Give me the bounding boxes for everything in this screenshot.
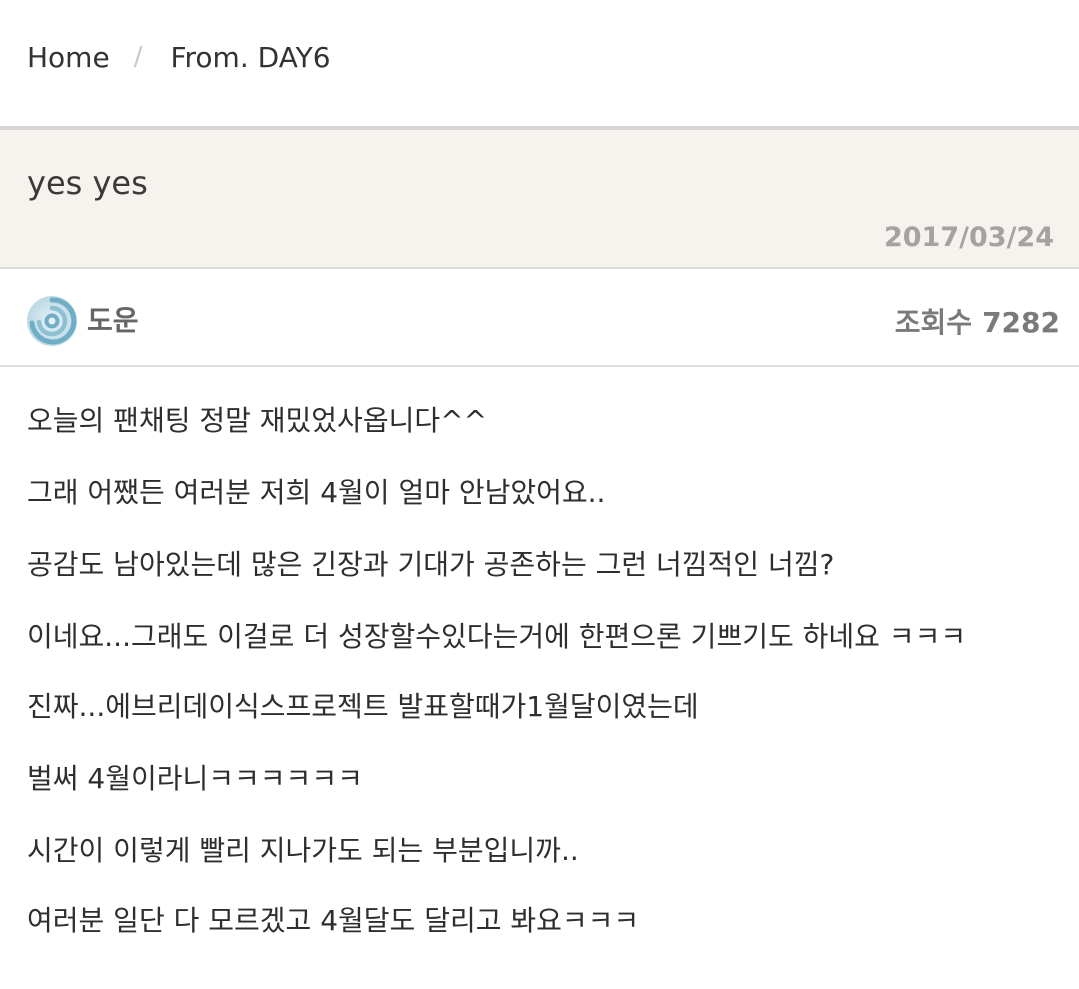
views-count: 7282 — [982, 306, 1060, 339]
breadcrumb: Home / From. DAY6 — [0, 0, 1079, 126]
author-row: 도운 조회수 7282 — [0, 269, 1079, 367]
body-line: 시간이 이렇게 빨리 지나가도 되는 부분입니까.. — [27, 834, 579, 867]
body-line: 공감도 남아있는데 많은 긴장과 기대가 공존하는 그런 너낌적인 너낌? — [27, 548, 835, 581]
views-label: 조회수 — [894, 306, 973, 339]
author-name[interactable]: 도운 — [87, 299, 139, 339]
post-date: 2017/03/24 — [883, 222, 1054, 253]
body-line: 벌써 4월이라니ㅋㅋㅋㅋㅋㅋ — [27, 762, 363, 795]
day6-logo-icon — [26, 295, 78, 347]
view-count: 조회수 7282 — [895, 301, 1060, 341]
breadcrumb-home-link[interactable]: Home — [27, 41, 110, 74]
body-line: 그래 어쨌든 여러분 저희 4월이 얼마 안남았어요.. — [27, 476, 606, 509]
body-line: 오늘의 팬채팅 정말 재밌었사옵니다^^ — [27, 404, 488, 437]
post-header: yes yes 2017/03/24 — [0, 126, 1079, 269]
body-line: 여러분 일단 다 모르겠고 4월달도 달리고 봐요ㅋㅋㅋ — [27, 904, 640, 937]
breadcrumb-current-link[interactable]: From. DAY6 — [170, 41, 330, 74]
body-line: 이네요...그래도 이걸로 더 성장할수있다는거에 한편으론 기쁘기도 하네요 … — [27, 620, 967, 653]
post-title: yes yes — [27, 164, 148, 202]
breadcrumb-separator: / — [133, 42, 143, 72]
body-line: 진짜...에브리데이식스프로젝트 발표할때가1월달이였는데 — [27, 690, 699, 723]
